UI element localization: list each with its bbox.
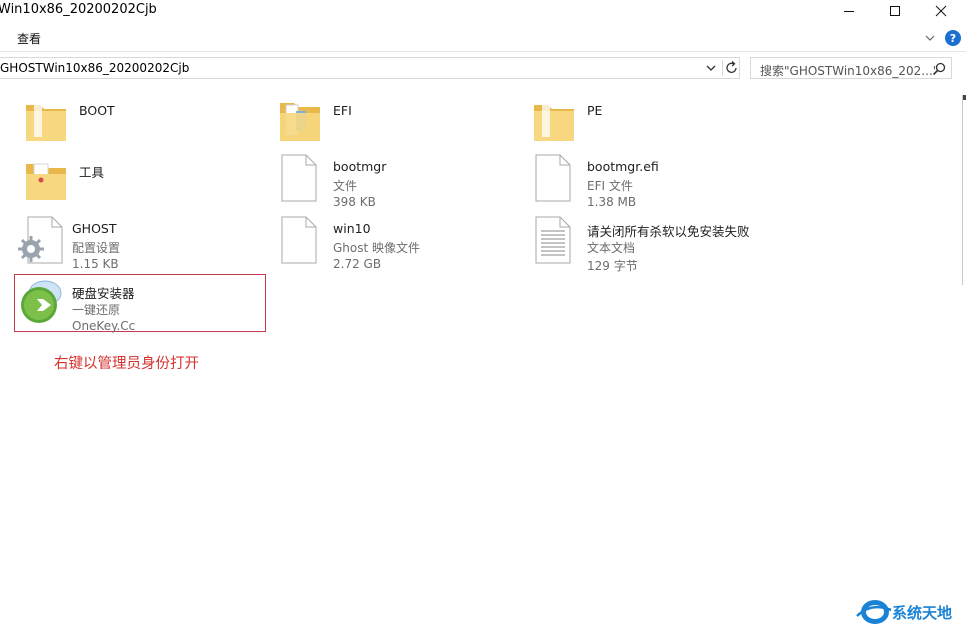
address-bar[interactable]: GHOSTWin10x86_20200202Cjb xyxy=(0,57,740,79)
window-title: Win10x86_20200202Cjb xyxy=(0,2,157,17)
folder-icon xyxy=(534,103,574,141)
item-type: Ghost 映像文件 xyxy=(333,241,421,255)
minimize-button[interactable] xyxy=(826,0,872,22)
address-history-button[interactable] xyxy=(703,60,719,76)
list-item-boot[interactable]: BOOT xyxy=(22,97,272,153)
maximize-icon xyxy=(890,6,900,16)
item-size: 129 字节 xyxy=(587,259,638,273)
watermark: 系统天地 xyxy=(855,596,966,628)
list-item-onekey-installer[interactable]: 硬盘安装器 一键还原 OneKey.Cc xyxy=(15,277,265,333)
scrollbar[interactable] xyxy=(962,95,966,285)
blank-file-icon xyxy=(535,154,571,202)
item-type: 文件 xyxy=(333,179,358,193)
chevron-down-icon xyxy=(706,65,716,71)
item-name: 请关闭所有杀软以免安装失败 xyxy=(587,224,750,239)
onekey-installer-icon xyxy=(21,280,62,323)
item-name: win10 xyxy=(333,221,371,236)
list-item-win10[interactable]: win10 Ghost 映像文件 2.72 GB xyxy=(276,215,526,271)
ribbon: 查看 ? xyxy=(0,24,966,52)
close-button[interactable] xyxy=(918,0,964,22)
item-type: 配置设置 xyxy=(72,241,121,255)
refresh-button[interactable] xyxy=(722,60,738,76)
list-item-readme[interactable]: 请关闭所有杀软以免安装失败 文本文档 129 字节 xyxy=(530,215,780,273)
watermark-text: 系统天地 xyxy=(892,604,953,622)
item-name: EFI xyxy=(333,103,352,118)
folder-documents-icon xyxy=(280,103,320,141)
maximize-button[interactable] xyxy=(872,0,918,22)
list-item-bootmgr-efi[interactable]: bootmgr.efi EFI 文件 1.38 MB xyxy=(530,153,780,209)
item-size: 1.15 KB xyxy=(72,257,119,271)
blank-file-icon xyxy=(281,216,317,264)
item-name: bootmgr.efi xyxy=(587,159,659,174)
title-bar: Win10x86_20200202Cjb xyxy=(0,0,966,22)
text-document-icon xyxy=(535,216,571,264)
refresh-icon xyxy=(726,61,737,73)
list-item-bootmgr[interactable]: bootmgr 文件 398 KB xyxy=(276,153,526,209)
chevron-down-icon xyxy=(925,35,935,41)
folder-icon xyxy=(26,103,66,141)
item-name: 硬盘安装器 xyxy=(72,286,135,301)
item-type: EFI 文件 xyxy=(587,179,633,193)
item-size: OneKey.Cc xyxy=(72,319,136,333)
watermark-logo-icon xyxy=(856,600,892,624)
list-item-efi[interactable]: EFI xyxy=(276,97,526,153)
search-placeholder: 搜索"GHOSTWin10x86_202..." xyxy=(760,64,939,78)
address-path: GHOSTWin10x86_20200202Cjb xyxy=(0,61,190,75)
help-button[interactable]: ? xyxy=(945,30,961,46)
minimize-icon xyxy=(844,11,854,12)
ribbon-expand-button[interactable] xyxy=(922,30,938,46)
search-input[interactable]: 搜索"GHOSTWin10x86_202..." xyxy=(750,57,952,79)
close-icon xyxy=(935,5,947,17)
folder-tools-icon xyxy=(26,163,66,200)
item-size: 1.38 MB xyxy=(587,195,637,209)
item-name: BOOT xyxy=(79,103,115,118)
item-size: 2.72 GB xyxy=(333,257,382,271)
item-name: PE xyxy=(587,103,603,118)
search-icon[interactable] xyxy=(931,61,947,77)
list-item-pe[interactable]: PE xyxy=(530,97,780,153)
item-type: 文本文档 xyxy=(587,241,636,255)
item-name: bootmgr xyxy=(333,159,387,174)
item-name: 工具 xyxy=(79,165,105,180)
config-settings-icon xyxy=(18,216,63,264)
tab-view[interactable]: 查看 xyxy=(17,30,41,47)
list-item-tools[interactable]: 工具 xyxy=(22,156,272,212)
list-item-ghost[interactable]: GHOST 配置设置 1.15 KB xyxy=(15,215,265,271)
item-name: GHOST xyxy=(72,221,117,236)
item-type: 一键还原 xyxy=(72,303,121,317)
blank-file-icon xyxy=(281,154,317,202)
item-size: 398 KB xyxy=(333,195,376,209)
annotation-text: 右键以管理员身份打开 xyxy=(54,356,199,372)
